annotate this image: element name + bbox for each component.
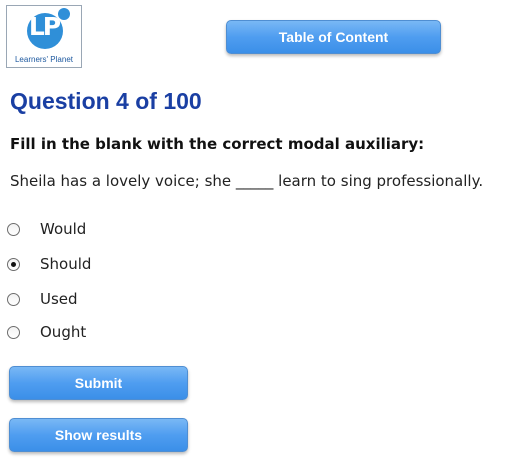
answer-option-label: Used [40,290,78,308]
answer-option-used[interactable]: Used [7,288,78,310]
question-heading: Question 4 of 100 [10,88,202,114]
answer-option-label: Would [40,220,87,238]
show-results-button[interactable]: Show results [9,418,188,452]
radio-button-icon[interactable] [7,222,20,236]
radio-button-icon[interactable] [7,292,20,306]
logo-caption: Learners' Planet [14,55,73,64]
answer-option-would[interactable]: Would [7,218,86,240]
question-sentence: Sheila has a lovely voice; she _____ lea… [10,172,484,190]
question-instruction: Fill in the blank with the correct modal… [10,135,425,153]
answer-option-ought[interactable]: Ought [7,321,86,343]
learners-planet-logo: LP Learners' Planet [6,5,82,68]
submit-button[interactable]: Submit [9,366,188,400]
logo-letters: LP [28,12,61,41]
table-of-content-button[interactable]: Table of Content [226,20,441,54]
answer-option-label: Should [40,255,92,273]
answer-option-label: Ought [40,323,87,341]
answer-option-should[interactable]: Should [7,253,91,275]
radio-button-icon[interactable] [7,325,20,339]
radio-button-icon[interactable] [7,257,20,271]
